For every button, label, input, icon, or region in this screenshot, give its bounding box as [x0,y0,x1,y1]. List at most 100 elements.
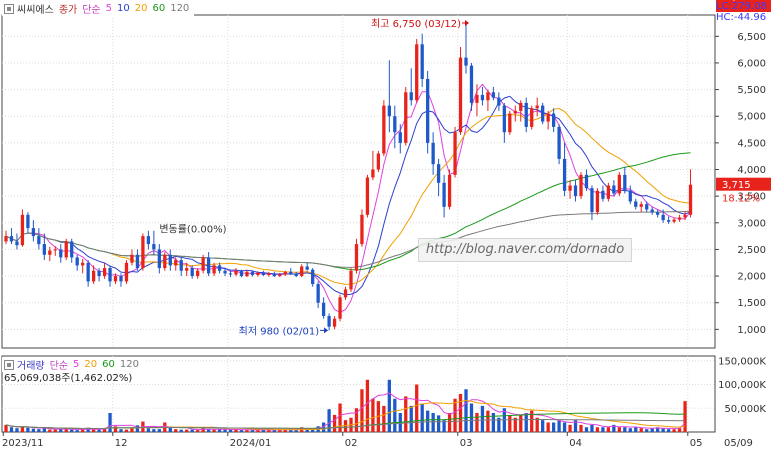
volume-bar [551,422,556,432]
candle-body [130,254,134,263]
candle-body [113,276,118,282]
candle-body [174,260,178,266]
candle [75,254,79,271]
candle-body [15,241,19,246]
candle [601,185,605,202]
volume-bar [617,427,621,432]
volume-bar [453,398,457,432]
last-price-value: 3,715 [722,180,751,191]
volume-bar [645,429,649,432]
candle [376,150,381,173]
candle-body [59,249,63,258]
candle [650,206,654,215]
candle-body [584,174,589,189]
candle [677,214,682,222]
candle-body [311,269,315,285]
price-tick-label: 4,500 [737,138,766,149]
volume-axis: 50,000K 100,000K 150,000K [718,356,766,415]
candle [688,169,693,218]
candle [70,238,74,263]
volume-bar [475,413,479,432]
volume-bar [146,428,151,432]
candle-body [508,113,512,133]
candle [393,105,397,149]
volume-bar [623,427,627,432]
stock-chart: 1,000 1,500 2,000 2,500 3,000 3,500 4,000 4,500… [0,0,773,451]
volume-bar [75,430,79,432]
volume-bar [590,424,594,432]
candle-body [590,188,594,213]
volume-bar [371,398,375,432]
candle-body [595,190,600,213]
candle-body [513,110,517,114]
candle-body [376,153,381,170]
candle-body [436,164,441,183]
candle [327,313,331,331]
price-tick-label: 5,500 [737,85,766,96]
volume-bar [196,430,200,432]
candle-body [469,65,474,103]
volume-bar [53,429,57,432]
candle [524,97,528,133]
candle [541,102,545,125]
candle [486,89,490,111]
volume-bar [568,424,572,432]
volume-bar [4,424,8,432]
low-annotation: 최저 980 (02/01) [239,325,320,337]
candle-body [365,177,370,215]
checkbox-icon[interactable] [4,359,14,370]
volume-bar [557,420,561,432]
volume-bar [415,384,419,432]
volume-bar [508,415,512,432]
candle-body [387,105,391,117]
candle-body [20,214,25,246]
candle-body [70,241,74,258]
price-tick-label: 6,000 [737,58,766,69]
candle [415,38,419,103]
candle [108,265,112,287]
candle-body [398,132,402,143]
candle-body [294,273,298,277]
candle [31,220,36,242]
volume-bar [179,429,183,432]
ma-period-60: 60 [152,3,166,14]
candle-body [612,185,616,194]
candle-body [480,94,485,101]
candle-body [278,274,282,277]
volume-bar [212,429,216,432]
candle [453,126,457,178]
candle-body [141,236,145,269]
volume-bar [595,427,600,432]
date-label: 03 [460,438,473,449]
candle [206,252,211,277]
volume-bar [661,428,665,432]
checkbox-icon[interactable] [4,3,14,14]
volume-bar [683,401,687,432]
candle [135,249,140,271]
candle [157,244,161,274]
candle [562,142,567,197]
volume-bar [365,379,370,432]
volume-total: 65,069,038주(1,462.02%) [4,373,133,384]
candle-body [447,174,452,207]
candle-body [124,262,129,282]
candle-body [228,273,233,275]
volume-bar [228,429,233,432]
date-label: 12 [115,438,128,449]
volume-bar [519,415,523,432]
candle-body [623,174,627,191]
candle-body [661,214,665,221]
candle-body [486,92,490,101]
candle [420,33,424,87]
volume-bar [606,427,611,432]
ma-period-120: 120 [170,3,190,14]
last-price-change: 18.12% [722,194,760,205]
volume-bars [4,379,687,432]
candle [426,70,430,154]
candle-body [442,182,446,207]
candle-body [327,316,331,327]
candle-body [382,105,386,154]
volume-bar [409,405,413,432]
candle-body [283,271,287,275]
candle-body [573,185,578,197]
